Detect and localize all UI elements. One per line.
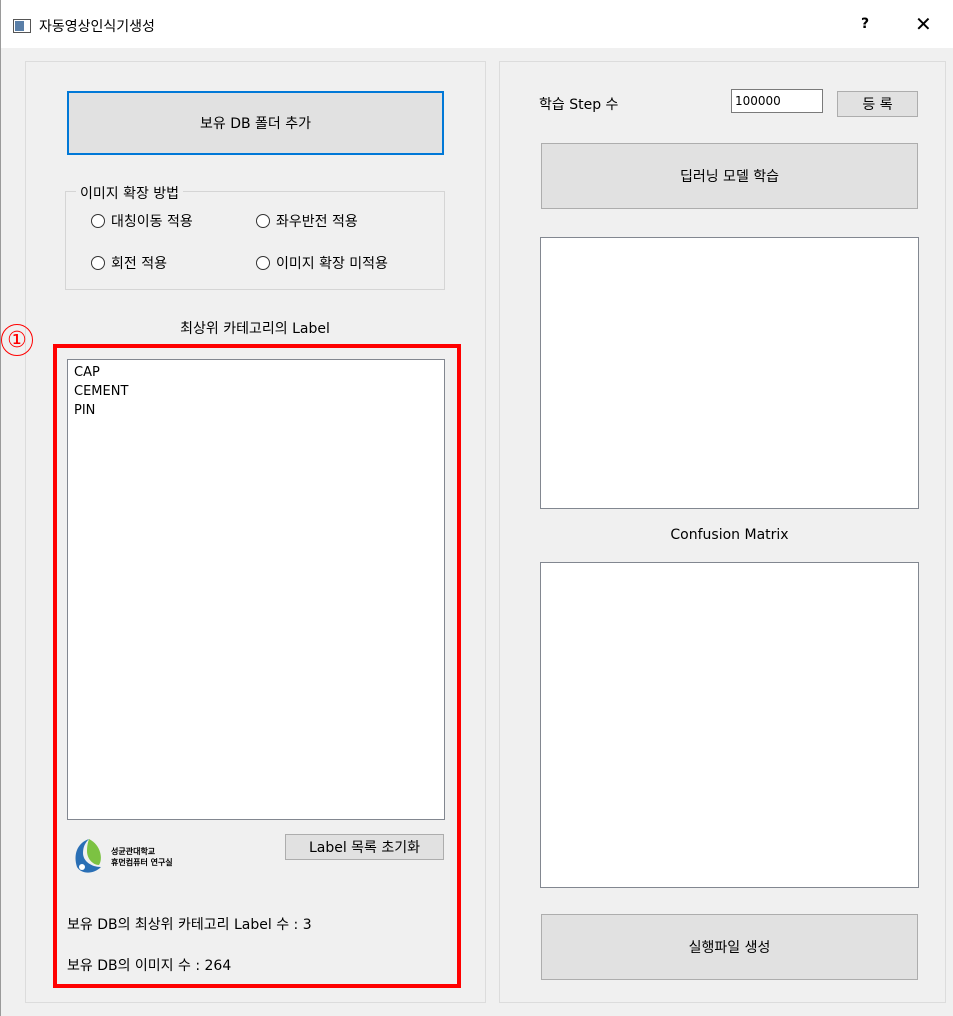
main-window: 자동영상인식기생성 ? ✕ 보유 DB 폴더 추가 이미지 확장 방법 대칭이동… [0, 0, 953, 1016]
confusion-matrix-panel [540, 562, 919, 888]
highlight-box [53, 344, 461, 988]
close-button[interactable]: ✕ [915, 12, 932, 36]
radio-circle[interactable] [256, 256, 270, 270]
confusion-matrix-label: Confusion Matrix [670, 527, 789, 543]
radio-label: 이미지 확장 미적용 [276, 256, 388, 272]
help-button[interactable]: ? [861, 16, 869, 32]
radio-label: 회전 적용 [111, 256, 167, 272]
radio-label: 좌우반전 적용 [276, 214, 358, 230]
step-count-label: 학습 Step 수 [539, 97, 619, 113]
augment-group-title: 이미지 확장 방법 [76, 183, 184, 203]
radio-circle[interactable] [256, 214, 270, 228]
annotation-badge: ① [1, 324, 33, 356]
train-model-button[interactable]: 딥러닝 모델 학습 [541, 143, 918, 209]
label-list-title: 최상위 카테고리의 Label [180, 321, 330, 337]
window-title: 자동영상인식기생성 [39, 19, 155, 35]
training-output-panel [540, 237, 919, 509]
register-button[interactable]: 등 록 [837, 91, 918, 117]
add-db-folder-button[interactable]: 보유 DB 폴더 추가 [67, 91, 444, 155]
radio-label: 대칭이동 적용 [111, 214, 193, 230]
radio-rotation[interactable]: 회전 적용 [91, 253, 167, 273]
radio-translation[interactable]: 대칭이동 적용 [91, 211, 193, 231]
radio-flip[interactable]: 좌우반전 적용 [256, 211, 358, 231]
radio-circle[interactable] [91, 256, 105, 270]
augment-group [65, 191, 445, 290]
app-icon [13, 19, 31, 33]
radio-no-augment[interactable]: 이미지 확장 미적용 [256, 253, 388, 273]
step-count-input[interactable] [731, 89, 823, 113]
radio-circle[interactable] [91, 214, 105, 228]
build-executable-button[interactable]: 실행파일 생성 [541, 914, 918, 980]
title-bar: 자동영상인식기생성 ? ✕ [1, 0, 953, 48]
